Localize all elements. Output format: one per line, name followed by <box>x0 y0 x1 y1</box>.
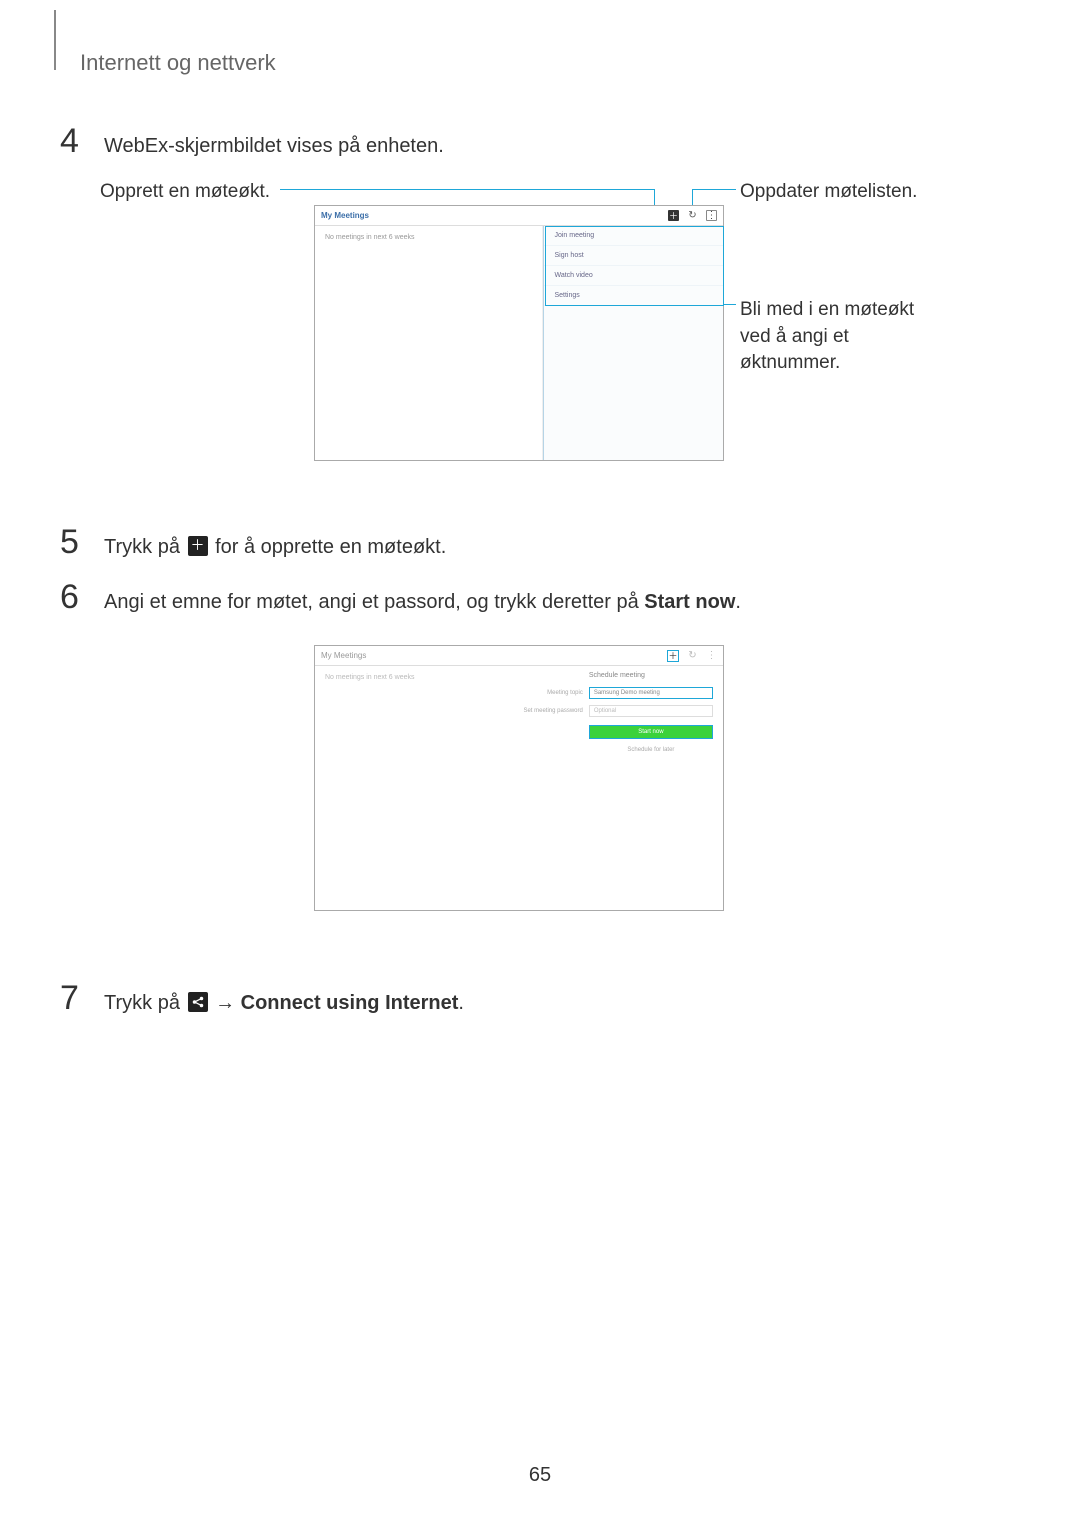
text-fragment: . <box>735 591 741 613</box>
callout-join-by-number: Bli med i en møteøkt ved å angi et øktnu… <box>740 297 940 377</box>
text-bold: Start now <box>644 591 735 613</box>
plus-icon: ＋ <box>188 536 208 556</box>
meeting-list-empty: No meetings in next 6 weeks <box>315 666 511 910</box>
start-now-button[interactable]: Start now <box>589 725 713 739</box>
page-number: 65 <box>0 1464 1080 1487</box>
app-title: My Meetings <box>321 651 366 660</box>
step-number: 7 <box>60 981 104 1015</box>
step-text: Trykk på → Connect using Internet. <box>104 984 464 1018</box>
text-bold: Connect using Internet <box>241 992 459 1014</box>
step-text: Trykk på ＋ for å opprette en møteøkt. <box>104 528 446 562</box>
more-icon[interactable]: ⋮ <box>706 210 717 221</box>
schedule-later-link[interactable]: Schedule for later <box>589 747 713 753</box>
text-fragment: . <box>458 992 464 1014</box>
menu-item-settings[interactable]: Settings <box>544 286 723 306</box>
text-fragment: Angi et emne for møtet, angi et passord,… <box>104 591 644 613</box>
app-title: My Meetings <box>321 211 369 220</box>
step-number: 5 <box>60 525 104 559</box>
share-icon <box>188 992 208 1012</box>
step-5: 5 Trykk på ＋ for å opprette en møteøkt. <box>60 525 1020 562</box>
section-title: Internett og nettverk <box>80 50 1020 76</box>
refresh-icon[interactable]: ↻ <box>687 210 698 221</box>
figure-1: Opprett en møteøkt. Oppdater møtelisten.… <box>100 179 1020 489</box>
leader-line <box>692 189 736 190</box>
callout-create-session: Opprett en møteøkt. <box>100 179 270 206</box>
callout-refresh-list: Oppdater møtelisten. <box>740 179 917 206</box>
text-fragment: Trykk på <box>104 536 186 558</box>
menu-item-watchvideo[interactable]: Watch video <box>544 266 723 286</box>
app-topbar: My Meetings ＋ ↻ ⋮ <box>315 646 723 666</box>
step-text: WebEx-skjermbildet vises på enheten. <box>104 127 444 161</box>
menu-item-join[interactable]: Join meeting <box>544 226 723 246</box>
arrow-text: → <box>215 992 241 1014</box>
schedule-panel: Schedule meeting Meeting topic Samsung D… <box>511 666 723 910</box>
step-number: 6 <box>60 580 104 614</box>
text-fragment: for å opprette en møteøkt. <box>215 536 446 558</box>
meeting-list-empty: No meetings in next 6 weeks <box>315 226 543 460</box>
step-number: 4 <box>60 124 104 158</box>
more-icon[interactable]: ⋮ <box>706 650 717 661</box>
step-4: 4 WebEx-skjermbildet vises på enheten. <box>60 124 1020 161</box>
leader-line <box>724 304 736 305</box>
app-topbar: My Meetings ＋ ↻ ⋮ <box>315 206 723 226</box>
screenshot-webex-schedule: My Meetings ＋ ↻ ⋮ No meetings in next 6 … <box>314 645 724 911</box>
leader-line <box>280 189 654 190</box>
screenshot-webex-main: My Meetings ＋ ↻ ⋮ No meetings in next 6 … <box>314 205 724 461</box>
topic-input[interactable]: Samsung Demo meeting <box>589 687 713 699</box>
overflow-menu: Join meeting Sign host Watch video Setti… <box>543 226 723 460</box>
step-6: 6 Angi et emne for møtet, angi et passor… <box>60 580 1020 617</box>
refresh-icon[interactable]: ↻ <box>687 650 698 661</box>
plus-icon[interactable]: ＋ <box>668 210 679 221</box>
panel-heading: Schedule meeting <box>589 672 713 679</box>
header-rule <box>54 10 56 70</box>
text-fragment: Trykk på <box>104 992 186 1014</box>
topic-label: Meeting topic <box>521 690 583 696</box>
password-label: Set meeting password <box>521 708 583 714</box>
password-input[interactable]: Optional <box>589 705 713 717</box>
step-text: Angi et emne for møtet, angi et passord,… <box>104 583 741 617</box>
menu-item-signhost[interactable]: Sign host <box>544 246 723 266</box>
plus-icon-outlined[interactable]: ＋ <box>667 650 679 662</box>
step-7: 7 Trykk på → Connect using Internet. <box>60 981 1020 1018</box>
figure-2: My Meetings ＋ ↻ ⋮ No meetings in next 6 … <box>100 645 1020 941</box>
